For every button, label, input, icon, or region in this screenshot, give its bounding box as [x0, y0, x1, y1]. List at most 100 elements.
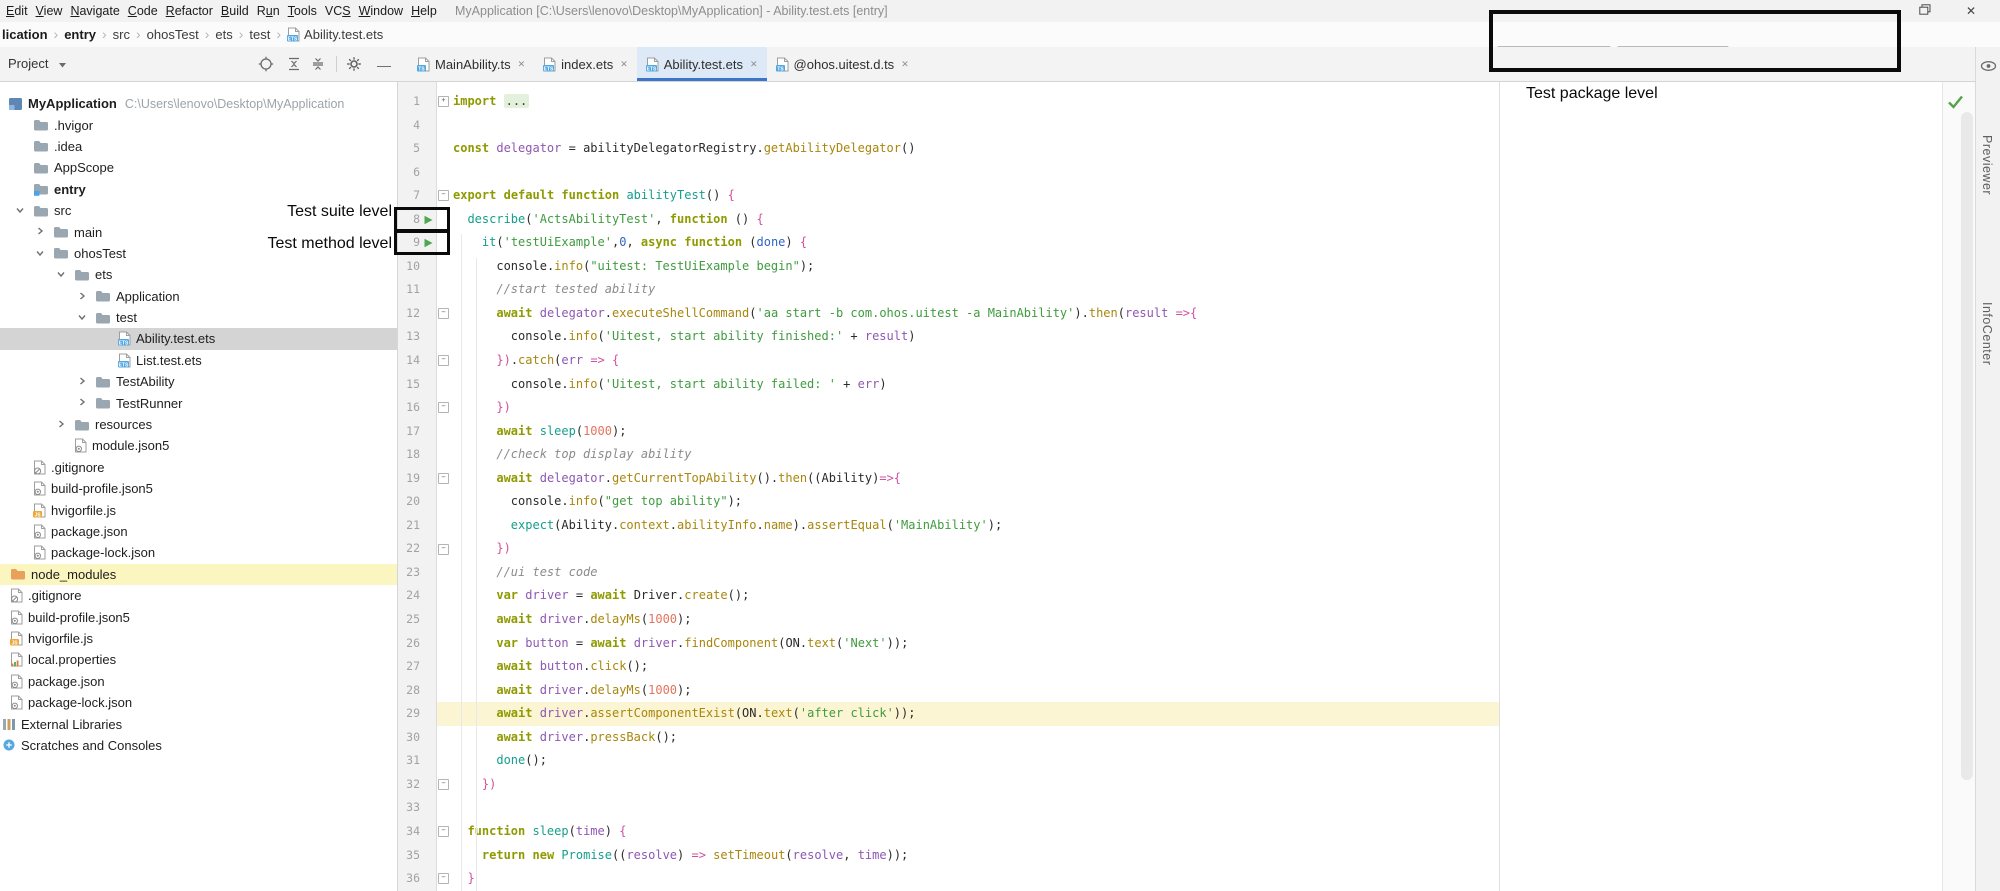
chevron-right-icon[interactable]: [76, 375, 88, 387]
code-line-13[interactable]: 13 console.info('Uitest, start ability f…: [398, 325, 1499, 349]
code-line-24[interactable]: 24 var driver = await Driver.create();: [398, 584, 1499, 608]
fold-marker[interactable]: +: [436, 96, 451, 107]
chevron-right-icon[interactable]: [34, 225, 46, 237]
code-line-4[interactable]: 4: [398, 114, 1499, 138]
maximize-button[interactable]: [1912, 0, 1938, 22]
tree-item-.gitignore[interactable]: .gitignore: [0, 585, 397, 606]
code-line-18[interactable]: 18 //check top display ability: [398, 443, 1499, 467]
tree-item-appscope[interactable]: AppScope: [0, 157, 397, 178]
code-line-1[interactable]: 1+import ...: [398, 90, 1499, 114]
code-line-26[interactable]: 26 var button = await driver.findCompone…: [398, 632, 1499, 656]
tree-item-package-lock.json[interactable]: package-lock.json: [0, 542, 397, 563]
code-line-29[interactable]: 29 await driver.assertComponentExist(ON.…: [398, 702, 1499, 726]
menu-tools[interactable]: Tools: [284, 0, 321, 22]
tree-item-.idea[interactable]: .idea: [0, 136, 397, 157]
panel-settings-button[interactable]: [346, 57, 362, 73]
code-line-8[interactable]: 8 describe('ActsAbilityTest', function (…: [398, 208, 1499, 232]
tab-ability.test.ets[interactable]: ETSAbility.test.ets✕: [637, 47, 767, 81]
tree-item-package-lock.json[interactable]: package-lock.json: [0, 692, 397, 713]
tree-item-package.json[interactable]: package.json: [0, 521, 397, 542]
tree-item-myapplication[interactable]: MyApplicationC:\Users\lenovo\Desktop\MyA…: [0, 93, 397, 114]
close-icon[interactable]: ✕: [750, 59, 758, 70]
tab-@ohos.uitest.d.ts[interactable]: TS@ohos.uitest.d.ts✕: [767, 47, 918, 81]
menu-help[interactable]: Help: [407, 0, 441, 22]
editor-splitter[interactable]: [1499, 82, 1500, 891]
fold-marker[interactable]: −: [436, 308, 451, 319]
tree-item-testability[interactable]: TestAbility: [0, 371, 397, 392]
tree-item-module.json5[interactable]: module.json5: [0, 435, 397, 456]
code-line-25[interactable]: 25 await driver.delayMs(1000);: [398, 608, 1499, 632]
code-line-23[interactable]: 23 //ui test code: [398, 561, 1499, 585]
tab-mainability.ts[interactable]: TSMainAbility.ts✕: [408, 47, 534, 81]
tree-item-entry[interactable]: entry: [0, 179, 397, 200]
menu-build[interactable]: Build: [217, 0, 253, 22]
breadcrumb-item-ability.test.ets[interactable]: ETSAbility.test.ets: [287, 22, 383, 50]
menu-vcs[interactable]: VCS: [321, 0, 355, 22]
code-line-10[interactable]: 10 console.info("uitest: TestUiExample b…: [398, 255, 1499, 279]
hide-panel-button[interactable]: —: [376, 57, 392, 73]
code-line-6[interactable]: 6: [398, 161, 1499, 185]
chevron-right-icon[interactable]: [76, 290, 88, 302]
fold-marker[interactable]: −: [436, 544, 451, 555]
tree-item-resources[interactable]: resources: [0, 414, 397, 435]
chevron-down-icon[interactable]: [55, 268, 67, 280]
tree-item-hvigorfile.js[interactable]: JShvigorfile.js: [0, 499, 397, 520]
menu-view[interactable]: View: [32, 0, 67, 22]
chevron-down-icon[interactable]: [76, 311, 88, 323]
code-line-17[interactable]: 17 await sleep(1000);: [398, 420, 1499, 444]
tree-item-build-profile.json5[interactable]: build-profile.json5: [0, 478, 397, 499]
expand-all-button[interactable]: [286, 57, 302, 73]
locate-file-button[interactable]: [258, 57, 274, 73]
code-line-12[interactable]: 12− await delegator.executeShellCommand(…: [398, 302, 1499, 326]
fold-marker[interactable]: −: [436, 355, 451, 366]
menu-code[interactable]: Code: [124, 0, 162, 22]
code-line-28[interactable]: 28 await driver.delayMs(1000);: [398, 679, 1499, 703]
fold-marker[interactable]: −: [436, 190, 451, 201]
breadcrumb-item-src[interactable]: src: [113, 22, 130, 47]
code-line-14[interactable]: 14− }).catch(err => {: [398, 349, 1499, 373]
close-icon[interactable]: ✕: [901, 59, 909, 70]
tree-item-external-libraries[interactable]: External Libraries: [0, 713, 397, 734]
tree-item-list.test.ets[interactable]: ETSList.test.ets: [0, 350, 397, 371]
fold-marker[interactable]: −: [436, 402, 451, 413]
vertical-scrollbar[interactable]: [1961, 112, 1973, 780]
tree-item-local.properties[interactable]: local.properties: [0, 649, 397, 670]
menu-edit[interactable]: Edit: [2, 0, 32, 22]
code-line-7[interactable]: 7−export default function abilityTest() …: [398, 184, 1499, 208]
code-line-11[interactable]: 11 //start tested ability: [398, 278, 1499, 302]
tree-item-.gitignore[interactable]: .gitignore: [0, 457, 397, 478]
menu-navigate[interactable]: Navigate: [66, 0, 123, 22]
code-line-22[interactable]: 22− }): [398, 537, 1499, 561]
chevron-right-icon[interactable]: [76, 396, 88, 408]
close-icon[interactable]: ✕: [518, 59, 526, 70]
code-line-16[interactable]: 16− }): [398, 396, 1499, 420]
breadcrumb-item-test[interactable]: test: [249, 22, 270, 47]
fold-marker[interactable]: −: [436, 826, 451, 837]
code-line-31[interactable]: 31 done();: [398, 749, 1499, 773]
tree-item-scratches-and-consoles[interactable]: Scratches and Consoles: [0, 735, 397, 756]
tree-item-ets[interactable]: ets: [0, 264, 397, 285]
breadcrumb-item-ets[interactable]: ets: [215, 22, 232, 47]
fold-marker[interactable]: −: [436, 779, 451, 790]
code-line-27[interactable]: 27 await button.click();: [398, 655, 1499, 679]
close-icon[interactable]: ✕: [620, 59, 628, 70]
breadcrumb-item-entry[interactable]: entry: [64, 22, 96, 47]
code-line-21[interactable]: 21 expect(Ability.context.abilityInfo.na…: [398, 514, 1499, 538]
breadcrumb-item-ohostest[interactable]: ohosTest: [147, 22, 199, 47]
menu-window[interactable]: Window: [355, 0, 407, 22]
chevron-right-icon[interactable]: [55, 418, 67, 430]
tree-item-hvigorfile.js[interactable]: JShvigorfile.js: [0, 628, 397, 649]
menu-refactor[interactable]: Refactor: [162, 0, 217, 22]
tree-item-test[interactable]: test: [0, 307, 397, 328]
tool-window-tab-previewer[interactable]: Previewer: [1980, 135, 1994, 195]
code-line-19[interactable]: 19− await delegator.getCurrentTopAbility…: [398, 467, 1499, 491]
tree-item-testrunner[interactable]: TestRunner: [0, 392, 397, 413]
project-panel-header[interactable]: Project: [8, 47, 67, 81]
tree-item-.hvigor[interactable]: .hvigor: [0, 114, 397, 135]
breadcrumb-item-lication[interactable]: lication: [2, 22, 48, 47]
close-button[interactable]: ✕: [1958, 0, 1984, 22]
tab-index.ets[interactable]: ETSindex.ets✕: [534, 47, 637, 81]
code-line-15[interactable]: 15 console.info('Uitest, start ability f…: [398, 373, 1499, 397]
minimize-button[interactable]: –: [1872, 0, 1898, 22]
menu-run[interactable]: Run: [253, 0, 284, 22]
